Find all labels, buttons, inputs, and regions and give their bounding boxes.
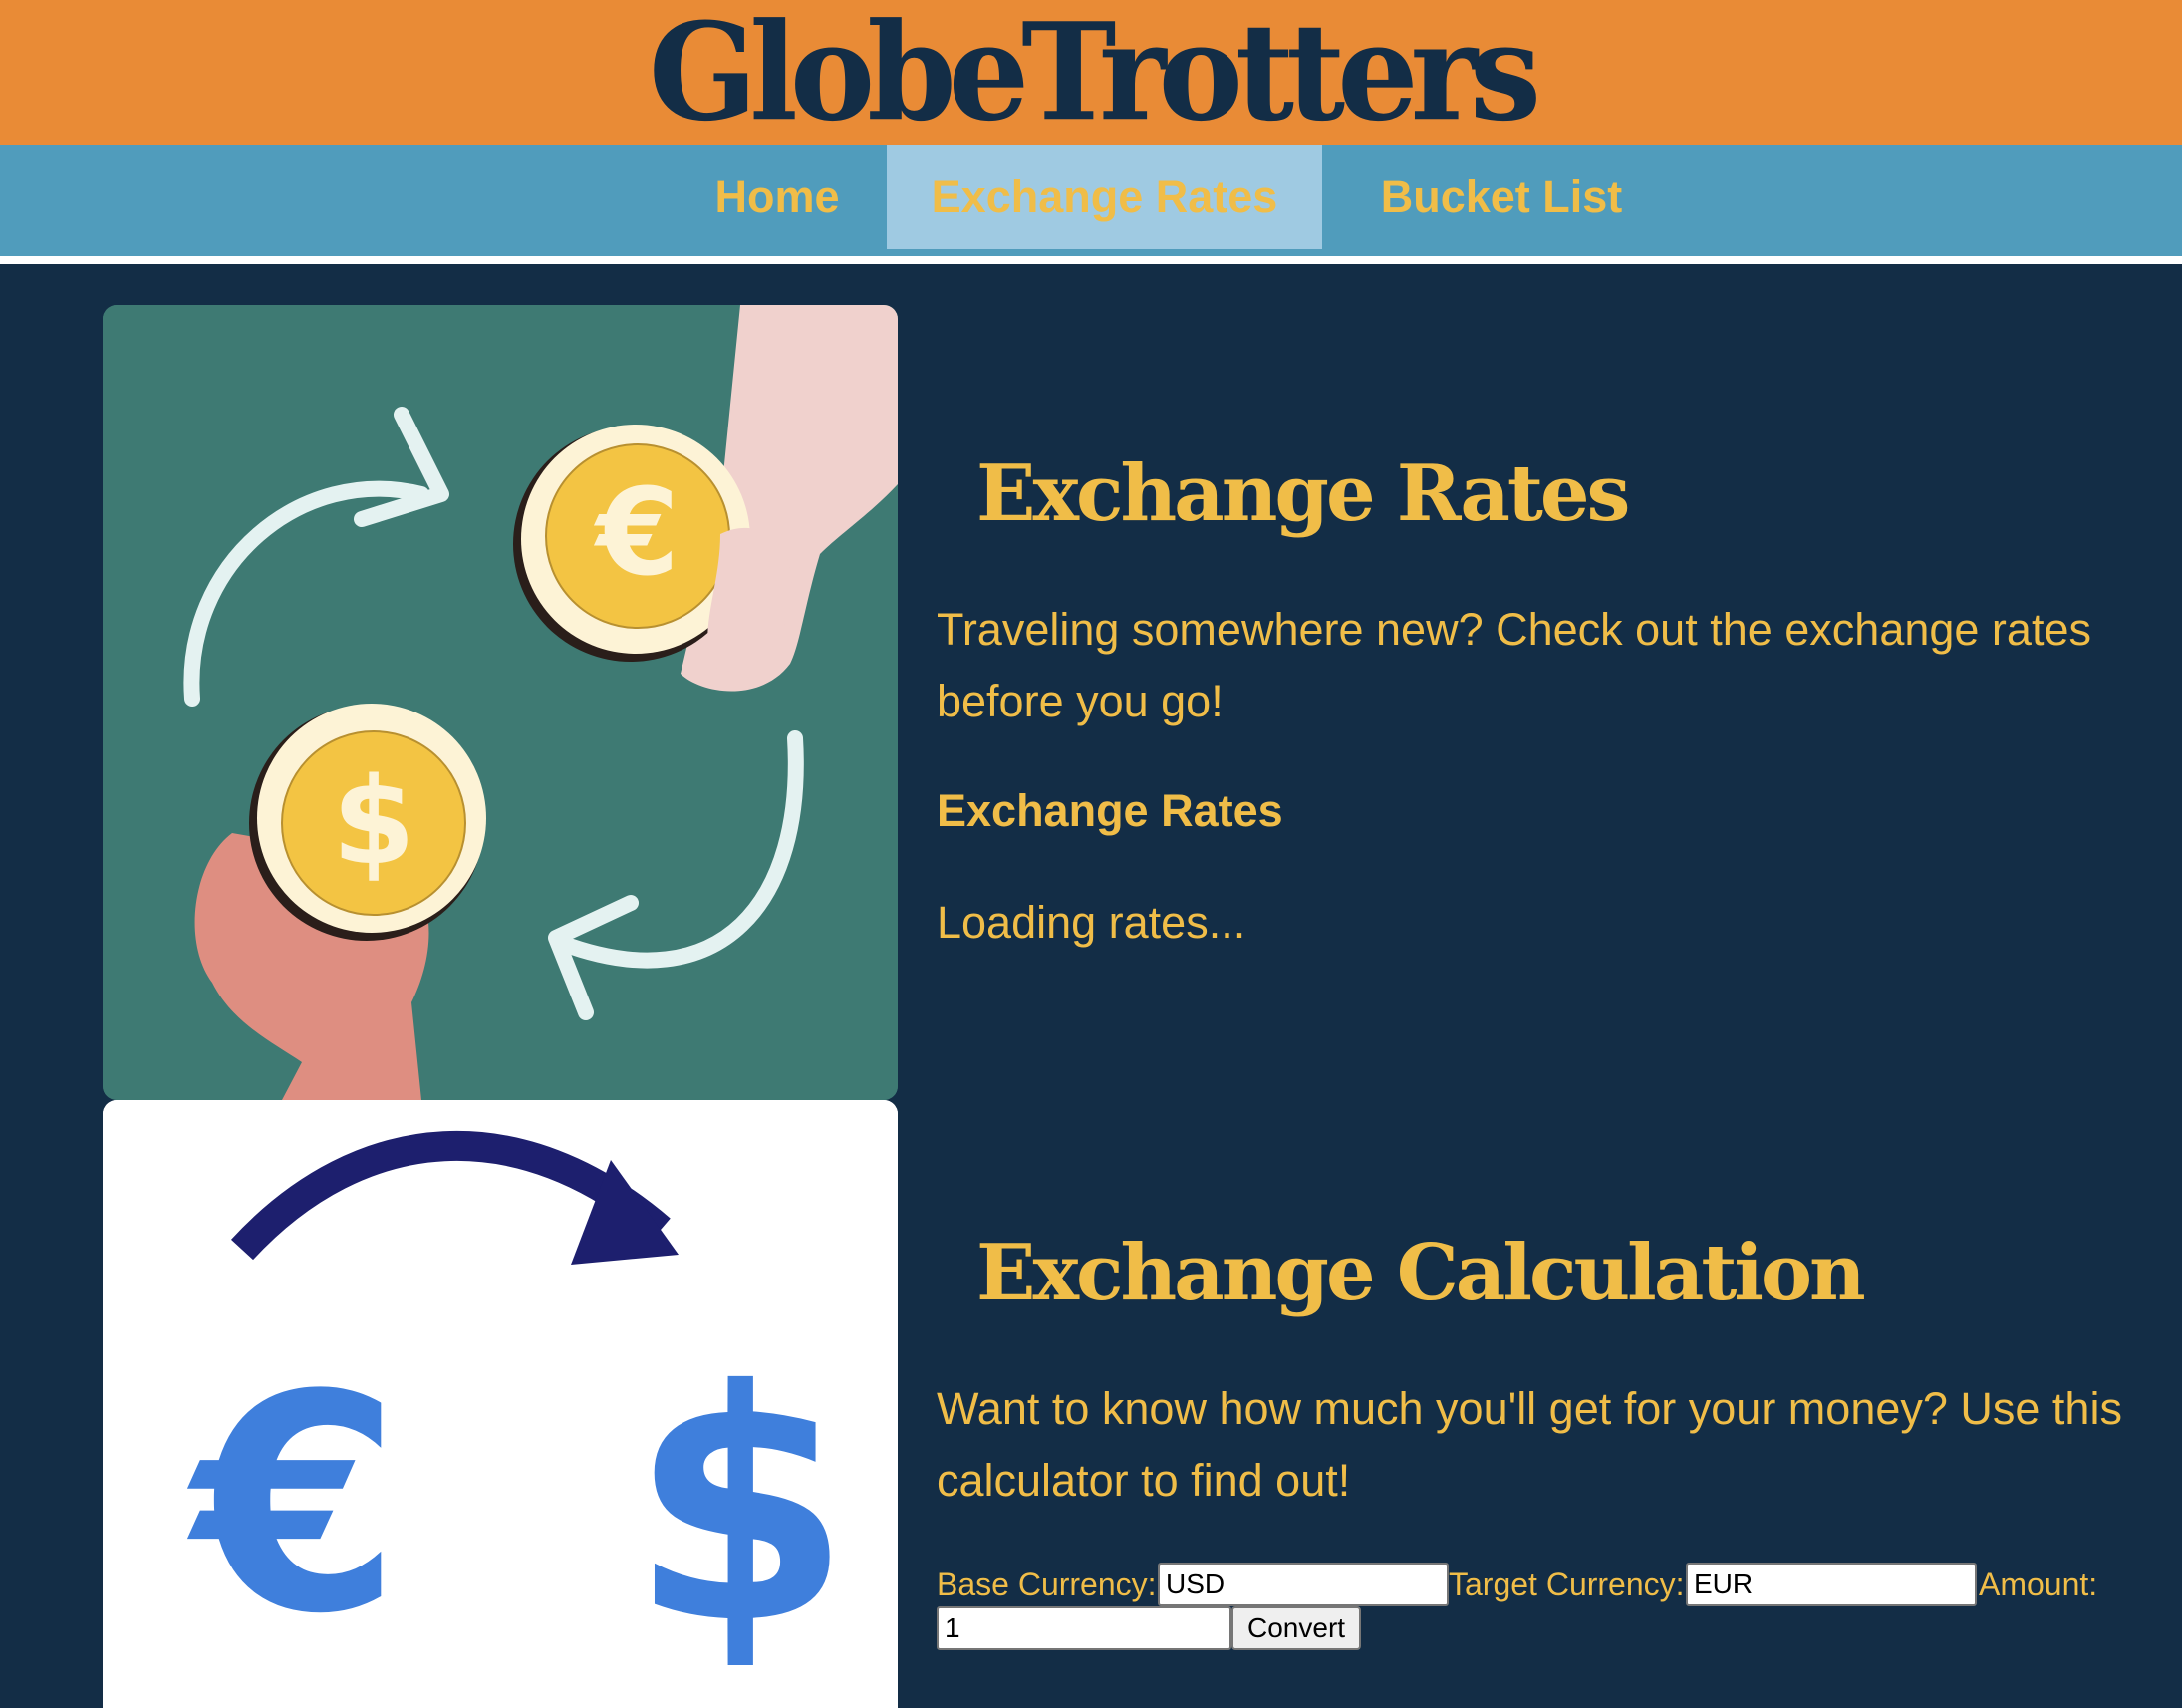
rates-intro: Traveling somewhere new? Check out the e… <box>937 604 2091 726</box>
svg-text:€: € <box>593 464 680 603</box>
currency-conversion-illustration: € $ <box>103 1100 898 1708</box>
site-header: GlobeTrotters <box>0 0 2182 149</box>
base-currency-label: Base Currency: <box>937 1566 1157 1602</box>
nav-exchange-rates[interactable]: Exchange Rates <box>887 145 1322 249</box>
rates-status: Loading rates... <box>937 897 1246 948</box>
nav-home[interactable]: Home <box>678 145 877 249</box>
euro-icon: € <box>183 1331 401 1679</box>
amount-input[interactable] <box>937 1606 1231 1650</box>
base-currency-input[interactable] <box>1158 1563 1449 1606</box>
svg-text:$: $ <box>332 753 415 892</box>
dollar-icon: $ <box>630 1323 852 1694</box>
nav-divider <box>0 256 2182 264</box>
rates-subheading: Exchange Rates <box>937 785 1283 836</box>
nav-bucket-list[interactable]: Bucket List <box>1332 145 1671 249</box>
coin-exchange-illustration: € $ <box>103 305 898 1100</box>
brand-logo[interactable]: GlobeTrotters <box>649 0 1541 149</box>
main-nav: Home Exchange Rates Bucket List <box>0 145 2182 256</box>
calc-title: Exchange Calculation <box>976 1228 1866 1318</box>
convert-button[interactable]: Convert <box>1231 1606 1362 1650</box>
rates-title: Exchange Rates <box>976 448 1630 539</box>
amount-label: Amount: <box>1979 1566 2098 1602</box>
target-currency-input[interactable] <box>1686 1563 1977 1606</box>
target-currency-label: Target Currency: <box>1449 1566 1685 1602</box>
calc-intro: Want to know how much you'll get for you… <box>937 1383 2122 1506</box>
